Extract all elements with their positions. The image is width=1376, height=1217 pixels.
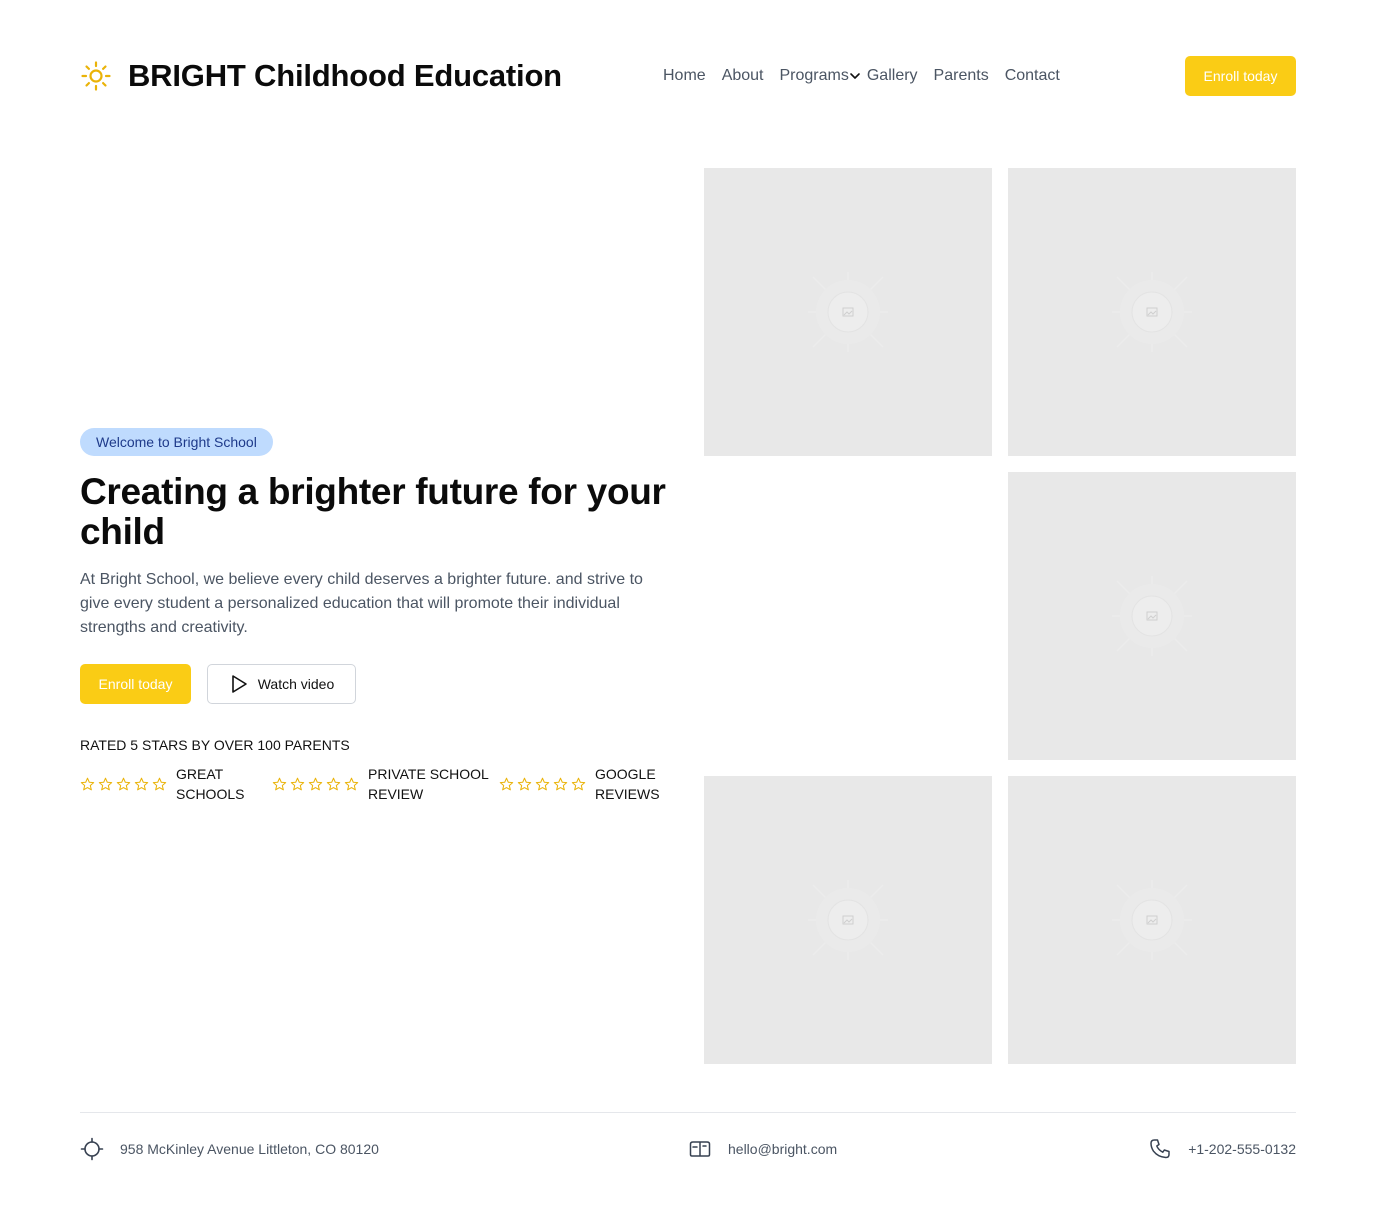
star-outline-icon (290, 777, 305, 790)
address-text: 958 McKinley Avenue Littleton, CO 80120 (120, 1141, 379, 1157)
footer-phone[interactable]: +1-202-555-0132 (1148, 1137, 1296, 1161)
star-outline-icon (571, 777, 586, 790)
star-outline-icon (517, 777, 532, 790)
star-outline-icon (553, 777, 568, 790)
nav-contact[interactable]: Contact (1005, 67, 1060, 85)
brand[interactable]: BRIGHT Childhood Education (80, 56, 562, 96)
nav-gallery[interactable]: Gallery (867, 67, 918, 85)
footer-address: 958 McKinley Avenue Littleton, CO 80120 (80, 1137, 379, 1161)
review-label: GOOGLE REVIEWS (595, 766, 660, 802)
welcome-badge: Welcome to Bright School (80, 428, 273, 456)
star-rating (272, 777, 362, 792)
image-placeholder-icon (1112, 272, 1192, 352)
review-great-schools[interactable]: GREAT SCHOOLS (80, 764, 256, 804)
hero-cta-row: Enroll today Watch video (80, 664, 356, 704)
star-outline-icon (272, 777, 287, 790)
location-crosshair-icon (80, 1137, 104, 1161)
star-rating (499, 777, 589, 792)
star-outline-icon (535, 777, 550, 790)
star-outline-icon (308, 777, 323, 790)
email-link[interactable]: hello@bright.com (728, 1141, 837, 1157)
phone-icon (1150, 1139, 1170, 1159)
nav-home[interactable]: Home (663, 67, 706, 85)
gallery-image (1008, 168, 1296, 456)
gallery-image (1008, 472, 1296, 760)
review-private-school-review[interactable]: PRIVATE SCHOOL REVIEW (272, 764, 498, 804)
star-outline-icon (134, 777, 149, 790)
watch-video-button[interactable]: Watch video (207, 664, 356, 704)
nav-programs[interactable]: Programs (780, 67, 849, 85)
gallery-image (704, 776, 992, 1064)
gallery-image (704, 168, 992, 456)
footer-divider (80, 1112, 1296, 1113)
review-label: PRIVATE SCHOOL REVIEW (368, 766, 489, 802)
star-outline-icon (116, 777, 131, 790)
site-header: BRIGHT Childhood Education Home About Pr… (80, 56, 1296, 96)
sun-icon (81, 61, 111, 91)
nav-parents[interactable]: Parents (934, 67, 989, 85)
image-placeholder-icon (1112, 576, 1192, 656)
star-outline-icon (152, 777, 167, 790)
main-nav: Home About Programs Gallery Parents Cont… (663, 56, 1060, 96)
hero-description: At Bright School, we believe every child… (80, 571, 643, 636)
nav-programs-dropdown[interactable]: Programs (780, 67, 867, 85)
star-outline-icon (98, 777, 113, 790)
image-placeholder-icon (808, 272, 888, 352)
enroll-button[interactable]: Enroll today (80, 664, 191, 704)
star-outline-icon (499, 777, 514, 790)
watch-video-label: Watch video (257, 676, 335, 692)
image-placeholder-icon (808, 880, 888, 960)
star-rating (80, 777, 170, 792)
star-outline-icon (80, 777, 95, 790)
phone-link[interactable]: +1-202-555-0132 (1188, 1141, 1296, 1157)
image-placeholder-icon (1112, 880, 1192, 960)
header-enroll-button[interactable]: Enroll today (1185, 56, 1296, 96)
footer-email[interactable]: hello@bright.com (688, 1137, 837, 1161)
brand-title: BRIGHT Childhood Education (128, 58, 562, 93)
star-outline-icon (344, 777, 359, 790)
hero-headline: Creating a brighter future for your chil… (80, 471, 666, 552)
review-google-reviews[interactable]: GOOGLE REVIEWS (499, 764, 675, 804)
star-outline-icon (326, 777, 341, 790)
review-label: GREAT SCHOOLS (176, 766, 245, 802)
rating-summary: RATED 5 STARS BY OVER 100 PARENTS (80, 737, 350, 753)
chevron-down-icon (850, 73, 860, 79)
mailbox-icon (689, 1141, 711, 1157)
play-icon (231, 675, 247, 693)
gallery-image (1008, 776, 1296, 1064)
nav-about[interactable]: About (722, 67, 764, 85)
